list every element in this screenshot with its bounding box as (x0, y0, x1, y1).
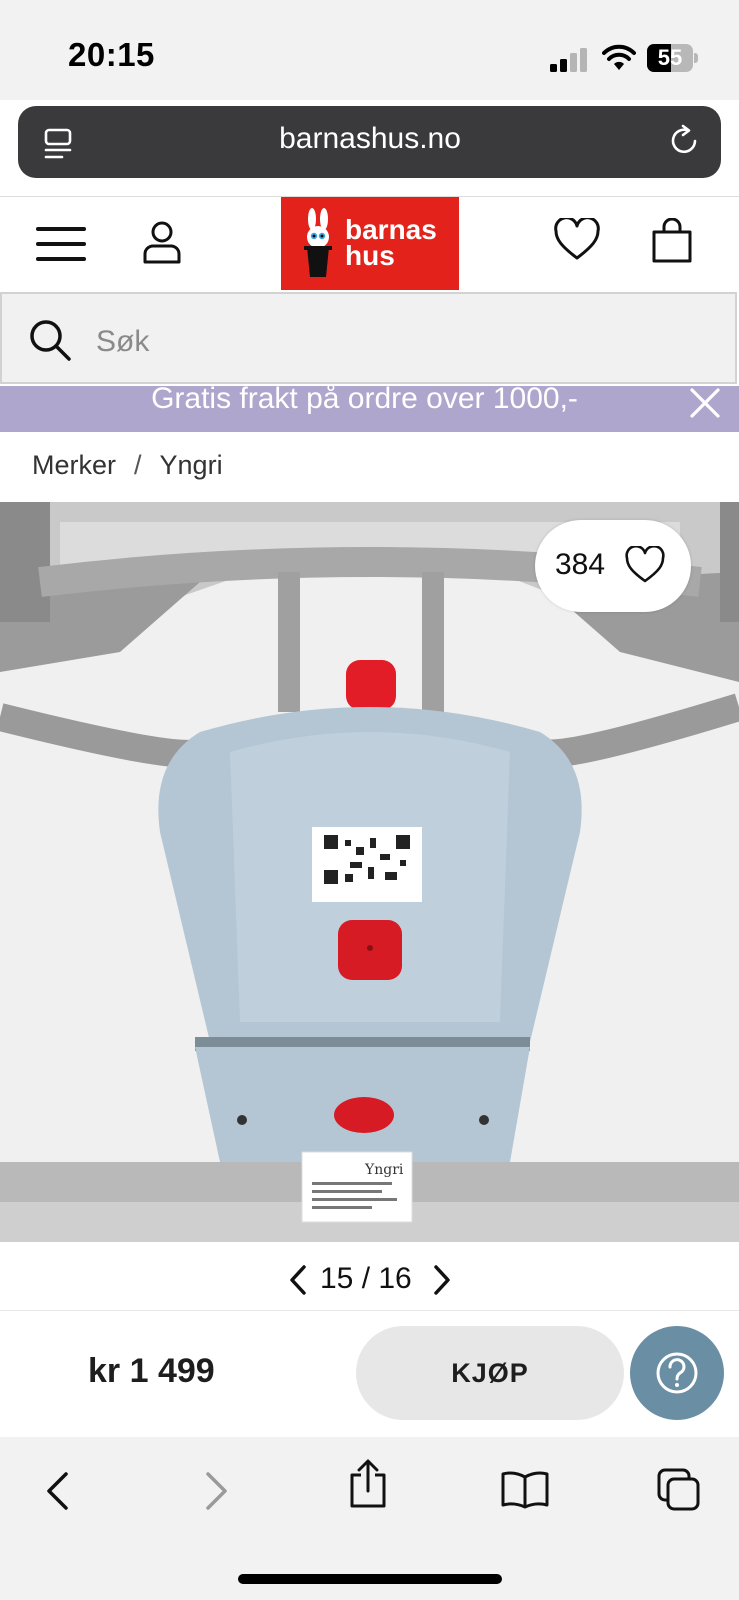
image-pager: 15 / 16 (320, 1262, 412, 1295)
heart-icon[interactable] (553, 218, 601, 262)
rabbit-logo-icon (304, 208, 332, 277)
chevron-right-icon[interactable] (432, 1264, 452, 1296)
help-button[interactable] (630, 1326, 724, 1420)
search-input[interactable] (96, 322, 696, 362)
product-photo: Yngri (0, 502, 739, 1242)
chevron-left-icon[interactable] (288, 1264, 308, 1296)
status-time: 20:15 (68, 36, 155, 73)
breadcrumb-item-yngri[interactable]: Yngri (160, 450, 223, 480)
signal-icon (550, 48, 587, 72)
tabs-icon[interactable] (656, 1467, 702, 1513)
close-icon[interactable] (688, 386, 722, 420)
bookmarks-icon[interactable] (500, 1469, 550, 1509)
breadcrumb-separator: / (134, 450, 142, 480)
breadcrumb: Merker / Yngri (32, 450, 223, 481)
breadcrumb-item-merker[interactable]: Merker (32, 450, 116, 480)
user-icon[interactable] (142, 220, 182, 264)
menu-icon[interactable] (36, 226, 86, 262)
buy-button[interactable]: KJØP (356, 1326, 624, 1420)
wifi-icon (602, 44, 636, 70)
page-menu-icon[interactable] (44, 128, 74, 160)
share-icon[interactable] (348, 1459, 388, 1509)
product-price: kr 1 499 (88, 1352, 215, 1390)
label-brand-text: Yngri (364, 1162, 404, 1178)
reload-icon[interactable] (668, 124, 702, 158)
bag-icon[interactable] (650, 218, 694, 264)
site-logo[interactable]: barnas hus (281, 197, 459, 290)
help-icon (656, 1352, 698, 1394)
back-icon[interactable] (44, 1471, 70, 1511)
battery-icon: 55 (647, 44, 699, 72)
heart-icon (625, 546, 665, 583)
logo-text-line2: hus (345, 240, 395, 271)
search-icon[interactable] (28, 318, 72, 362)
favorite-count-button[interactable]: 384 (535, 520, 691, 612)
forward-icon[interactable] (204, 1471, 230, 1511)
likes-count: 384 (555, 548, 606, 581)
battery-level: 55 (657, 45, 683, 70)
promo-banner-text: Gratis frakt på ordre over 1000,- (151, 382, 578, 415)
product-image[interactable]: Yngri (0, 502, 739, 1242)
url-text[interactable]: barnashus.no (150, 122, 590, 156)
home-indicator (238, 1574, 502, 1584)
